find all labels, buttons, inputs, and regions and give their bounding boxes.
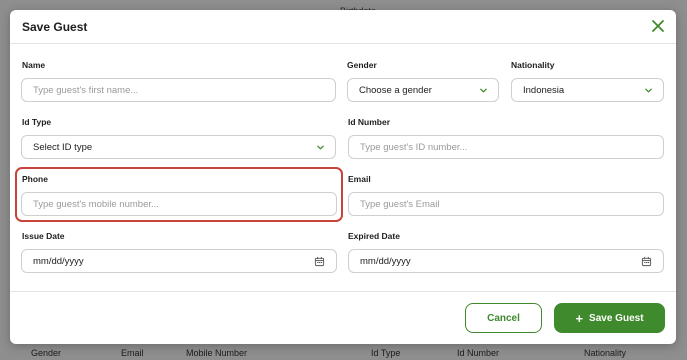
name-label: Name bbox=[22, 60, 46, 70]
cancel-button-label: Cancel bbox=[487, 312, 520, 324]
id-number-label: Id Number bbox=[348, 117, 391, 127]
phone-placeholder: Type guest's mobile number... bbox=[33, 198, 159, 210]
plus-icon: + bbox=[575, 310, 584, 326]
nationality-label: Nationality bbox=[511, 60, 555, 70]
name-input[interactable]: Type guest's first name... bbox=[21, 78, 336, 102]
id-type-select[interactable]: Select ID type bbox=[21, 135, 336, 159]
close-icon bbox=[652, 20, 664, 32]
modal-title: Save Guest bbox=[22, 20, 88, 34]
expired-date-value: mm/dd/yyyy bbox=[360, 255, 411, 267]
id-type-select-value: Select ID type bbox=[33, 141, 93, 153]
save-guest-modal: Save Guest Name Type guest's first name.… bbox=[10, 10, 676, 344]
name-placeholder: Type guest's first name... bbox=[33, 84, 139, 96]
email-label: Email bbox=[348, 174, 371, 184]
modal-footer bbox=[10, 291, 676, 292]
gender-label: Gender bbox=[347, 60, 377, 70]
nationality-select[interactable]: Indonesia bbox=[511, 78, 664, 102]
nationality-select-value: Indonesia bbox=[523, 84, 565, 96]
issue-date-input[interactable]: mm/dd/yyyy bbox=[21, 249, 337, 273]
calendar-icon[interactable] bbox=[314, 256, 325, 267]
calendar-icon[interactable] bbox=[641, 256, 652, 267]
expired-date-input[interactable]: mm/dd/yyyy bbox=[348, 249, 664, 273]
issue-date-label: Issue Date bbox=[22, 231, 65, 241]
save-guest-button[interactable]: + Save Guest bbox=[554, 303, 665, 333]
expired-date-label: Expired Date bbox=[348, 231, 400, 241]
chevron-down-icon bbox=[317, 145, 324, 150]
gender-select[interactable]: Choose a gender bbox=[347, 78, 499, 102]
id-number-placeholder: Type guest's ID number... bbox=[360, 141, 468, 153]
cancel-button[interactable]: Cancel bbox=[465, 303, 542, 333]
modal-header: Save Guest bbox=[10, 10, 676, 44]
close-button[interactable] bbox=[650, 18, 666, 34]
email-placeholder: Type guest's Email bbox=[360, 198, 440, 210]
chevron-down-icon bbox=[480, 88, 487, 93]
chevron-down-icon bbox=[645, 88, 652, 93]
phone-input[interactable]: Type guest's mobile number... bbox=[21, 192, 337, 216]
id-type-label: Id Type bbox=[22, 117, 52, 127]
gender-select-value: Choose a gender bbox=[359, 84, 432, 96]
phone-label: Phone bbox=[22, 174, 48, 184]
email-input[interactable]: Type guest's Email bbox=[348, 192, 664, 216]
id-number-input[interactable]: Type guest's ID number... bbox=[348, 135, 664, 159]
issue-date-value: mm/dd/yyyy bbox=[33, 255, 84, 267]
save-guest-button-label: Save Guest bbox=[589, 312, 644, 324]
